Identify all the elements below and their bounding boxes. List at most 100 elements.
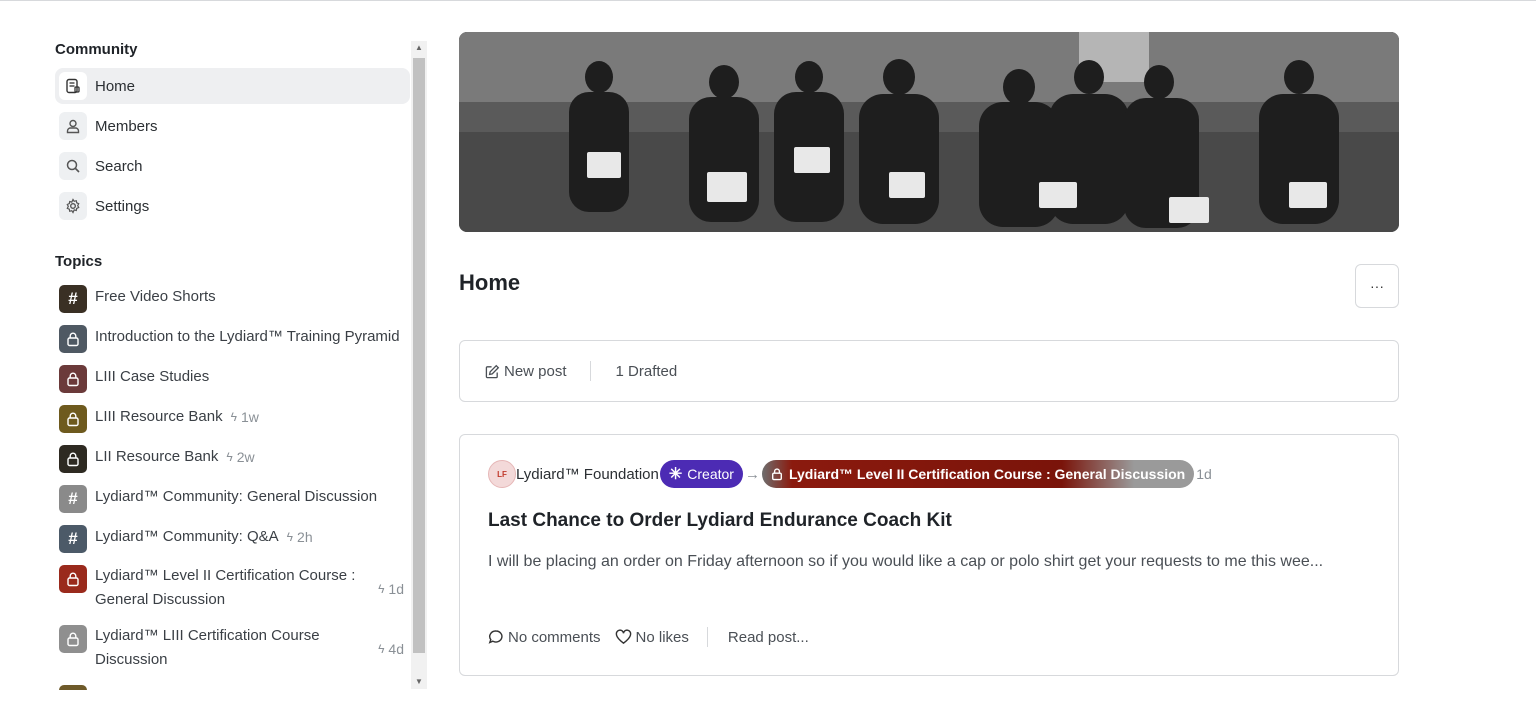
post-excerpt: I will be placing an order on Friday aft… [488, 553, 1324, 570]
hash-icon: # [59, 485, 87, 513]
nav-item-search[interactable]: Search [55, 148, 410, 184]
activity-time: 1w [240, 409, 259, 425]
topic-activity: ϟ 4d [378, 637, 404, 661]
topic-community-qa[interactable]: # Lydiard™ Community: Q&A ϟ 2h [59, 525, 410, 553]
lock-icon [59, 445, 87, 473]
topic-label: Lydiard™ Community: Q&A [95, 528, 279, 545]
lock-icon [59, 565, 87, 593]
post-composer: New post 1 Drafted [459, 340, 1399, 402]
topic-activity: ϟ 1d [378, 577, 404, 601]
topic-thumbnail-icon [59, 685, 87, 690]
ellipsis-icon: ··· [1370, 278, 1384, 294]
asterisk-icon: ✳ [668, 466, 683, 483]
topic-label: Lydiard™ Community: General Discussion [95, 488, 378, 505]
post-title[interactable]: Last Chance to Order Lydiard Endurance C… [488, 510, 952, 532]
bolt-icon: ϟ [378, 582, 385, 596]
lock-icon [59, 325, 87, 353]
document-icon [59, 72, 87, 100]
topic-lii-resource-bank[interactable]: LII Resource Bank ϟ 2w [59, 445, 410, 473]
search-icon [59, 152, 87, 180]
topic-label: Free Video Shorts [95, 288, 216, 305]
topic-label: Lydiard™ Level II Certification Course :… [95, 564, 355, 612]
topic-community-general-discussion[interactable]: # Lydiard™ Community: General Discussion [59, 485, 410, 513]
topics-section-title: Topics [55, 253, 103, 270]
post-age: 1d [1196, 466, 1212, 482]
page-title: Home [459, 270, 521, 295]
activity-time: 2w [236, 449, 255, 465]
nav-item-members[interactable]: Members [55, 108, 410, 144]
nav-item-home[interactable]: Home [55, 68, 410, 104]
topic-partial[interactable] [59, 685, 410, 690]
arrow-right-icon: → [744, 465, 760, 483]
lock-icon [59, 365, 87, 393]
topic-activity: ϟ 1w [231, 405, 259, 429]
author-name[interactable]: Lydiard™ Foundation [516, 466, 659, 483]
new-post-label: New post [504, 362, 567, 380]
topic-intro-training-pyramid[interactable]: Introduction to the Lydiard™ Training Py… [59, 325, 410, 353]
drafted-link[interactable]: 1 Drafted [616, 363, 678, 380]
bolt-icon: ϟ [378, 642, 385, 656]
nav-label: Settings [95, 197, 150, 215]
creator-badge: ✳ Creator [659, 460, 743, 488]
comment-icon [488, 630, 503, 644]
creator-badge-label: Creator [687, 466, 734, 482]
topic-chip-label: Lydiard™ Level II Certification Course :… [788, 466, 1186, 482]
edit-icon [485, 364, 500, 379]
nav-label: Search [95, 157, 143, 175]
user-icon [59, 112, 87, 140]
lock-icon [59, 405, 87, 433]
scroll-down-icon[interactable]: ▼ [411, 675, 427, 689]
heart-icon [615, 629, 631, 645]
topic-activity: ϟ 2w [226, 445, 254, 469]
read-post-link[interactable]: Read post... [728, 629, 809, 646]
comments-label: No comments [508, 628, 601, 646]
bolt-icon: ϟ [226, 450, 233, 464]
topic-label: Introduction to the Lydiard™ Training Py… [95, 328, 400, 345]
nav-label: Home [95, 77, 136, 95]
topic-free-video-shorts[interactable]: # Free Video Shorts [59, 285, 410, 313]
hash-icon: # [59, 525, 87, 553]
topic-label: LIII Case Studies [95, 368, 210, 385]
topic-liii-certification[interactable]: Lydiard™ LIII Certification Course Discus… [59, 625, 410, 675]
new-post-button[interactable]: New post [485, 363, 567, 380]
post-card[interactable]: LF Lydiard™ Foundation ✳ Creator → Lydia… [459, 434, 1399, 676]
topic-label: Lydiard™ LIII Certification Course Discus… [95, 624, 320, 672]
sidebar: Community Home Members Search Settings T… [48, 40, 412, 690]
like-button[interactable]: No likes [615, 629, 689, 646]
topic-label-line2: General Discussion [95, 591, 226, 608]
bolt-icon: ϟ [230, 410, 237, 424]
topic-activity: ϟ 2h [287, 525, 313, 549]
topic-liii-resource-bank[interactable]: LIII Resource Bank ϟ 1w [59, 405, 410, 433]
avatar[interactable]: LF [488, 460, 516, 488]
post-header: LF Lydiard™ Foundation ✳ Creator → Lydia… [488, 460, 1212, 488]
runners-photo [459, 32, 1399, 232]
topic-level-ii-certification[interactable]: Lydiard™ Level II Certification Course :… [59, 565, 410, 615]
topic-label-line1: Lydiard™ Level II Certification Course : [95, 567, 356, 584]
community-section-title: Community [55, 41, 138, 58]
activity-time: 2h [297, 529, 313, 545]
topic-label-line1: Lydiard™ LIII Certification Course [95, 627, 320, 644]
sidebar-scrollbar[interactable]: ▲ ▼ [411, 41, 427, 689]
divider [589, 361, 591, 381]
topic-label: LIII Resource Bank [95, 408, 223, 425]
topic-chip[interactable]: Lydiard™ Level II Certification Course :… [761, 460, 1195, 488]
activity-time: 1d [388, 581, 404, 597]
activity-time: 4d [388, 641, 404, 657]
topic-liii-case-studies[interactable]: LIII Case Studies [59, 365, 410, 393]
scroll-up-icon[interactable]: ▲ [411, 41, 427, 55]
nav-item-settings[interactable]: Settings [55, 188, 410, 224]
topic-label-line2: Discussion [95, 651, 168, 668]
bolt-icon: ϟ [286, 530, 294, 544]
lock-icon [771, 468, 782, 481]
comments-button[interactable]: No comments [488, 629, 601, 646]
gear-icon [59, 192, 87, 220]
cover-banner [459, 32, 1399, 232]
more-options-button[interactable]: ··· [1355, 264, 1399, 308]
post-actions: No comments No likes Read post... [488, 625, 809, 649]
likes-label: No likes [635, 628, 689, 646]
scroll-thumb[interactable] [413, 58, 425, 653]
topic-label: LII Resource Bank [95, 448, 219, 465]
top-border [0, 0, 1536, 1]
nav-label: Members [95, 117, 158, 135]
divider [706, 627, 708, 647]
